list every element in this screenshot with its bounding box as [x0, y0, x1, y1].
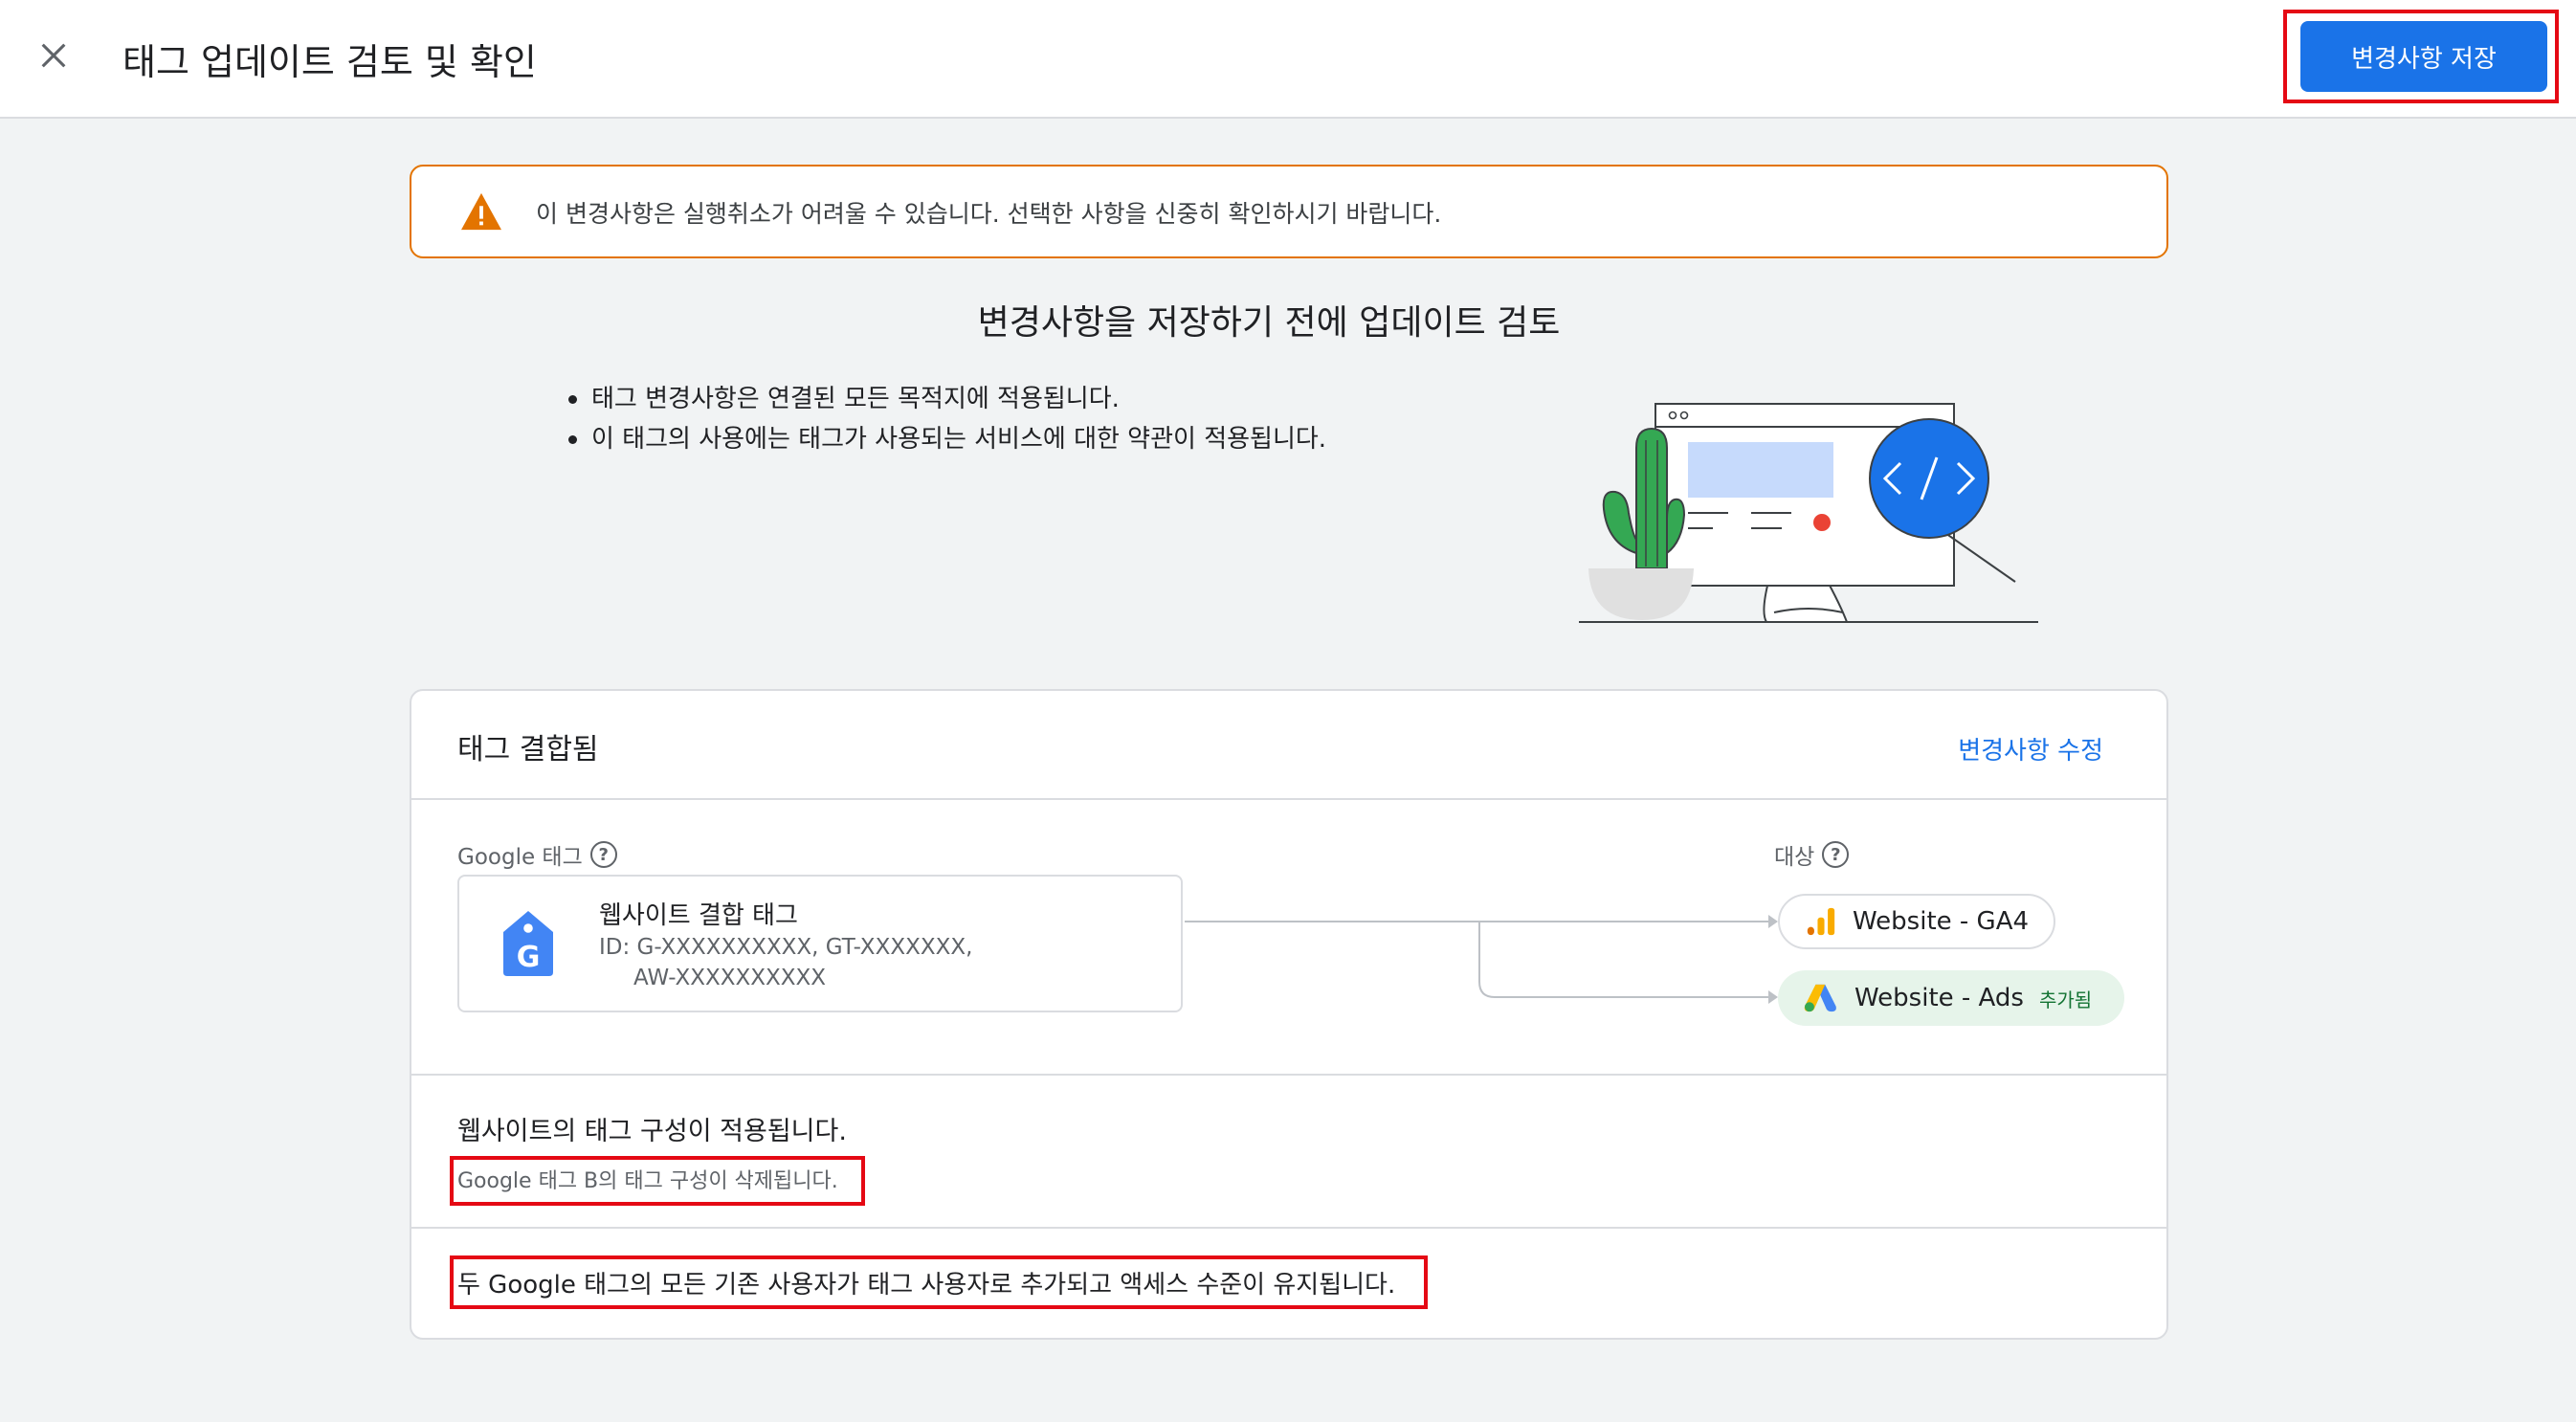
- tag-combined-card: 태그 결합됨 변경사항 수정 Google 태그 ? 대상 ? G 웹사이트 결…: [410, 689, 2168, 1340]
- bullet-item: 이 태그의 사용에는 태그가 사용되는 서비스에 대한 약관이 적용됩니다.: [566, 419, 1326, 459]
- deleted-config-note: Google 태그 B의 태그 구성이 삭제됩니다.: [457, 1169, 838, 1193]
- users-note: 두 Google 태그의 모든 기존 사용자가 태그 사용자로 추가되고 액세스…: [457, 1271, 1396, 1300]
- review-bullets: 태그 변경사항은 연결된 모든 목적지에 적용됩니다. 이 태그의 사용에는 태…: [566, 379, 1326, 459]
- review-heading-text: 변경사항을 저장하기 전에 업데이트 검토: [977, 303, 1561, 343]
- warning-text: 이 변경사항은 실행취소가 어려울 수 있습니다. 선택한 사항을 신중히 확인…: [536, 200, 1442, 228]
- divider: [411, 1074, 2166, 1076]
- close-icon: [41, 43, 66, 68]
- page-title: 태그 업데이트 검토 및 확인: [122, 41, 537, 83]
- analytics-icon: [1805, 905, 1837, 938]
- warning-icon: [461, 192, 501, 231]
- destination-name: Website - Ads: [1854, 984, 2024, 1012]
- applied-config-text: 웹사이트의 태그 구성이 적용됩니다.: [457, 1117, 847, 1146]
- divider: [411, 1227, 2166, 1229]
- destination-ga4-chip[interactable]: Website - GA4: [1778, 894, 2055, 949]
- destination-ads-chip[interactable]: Website - Ads 추가됨: [1778, 970, 2124, 1026]
- review-illustration: [1579, 403, 2038, 623]
- warning-banner: 이 변경사항은 실행취소가 어려울 수 있습니다. 선택한 사항을 신중히 확인…: [410, 165, 2168, 258]
- destination-name: Website - GA4: [1853, 907, 2030, 936]
- review-heading: 변경사항을 저장하기 전에 업데이트 검토: [0, 295, 2576, 344]
- bullet-item: 태그 변경사항은 연결된 모든 목적지에 적용됩니다.: [566, 379, 1326, 419]
- save-changes-button[interactable]: 변경사항 저장: [2300, 21, 2547, 92]
- added-badge: 추가됨: [2038, 988, 2093, 1011]
- close-button[interactable]: [29, 31, 78, 80]
- top-app-bar: 태그 업데이트 검토 및 확인 변경사항 저장: [0, 0, 2576, 119]
- google-ads-icon: [1803, 982, 1839, 1014]
